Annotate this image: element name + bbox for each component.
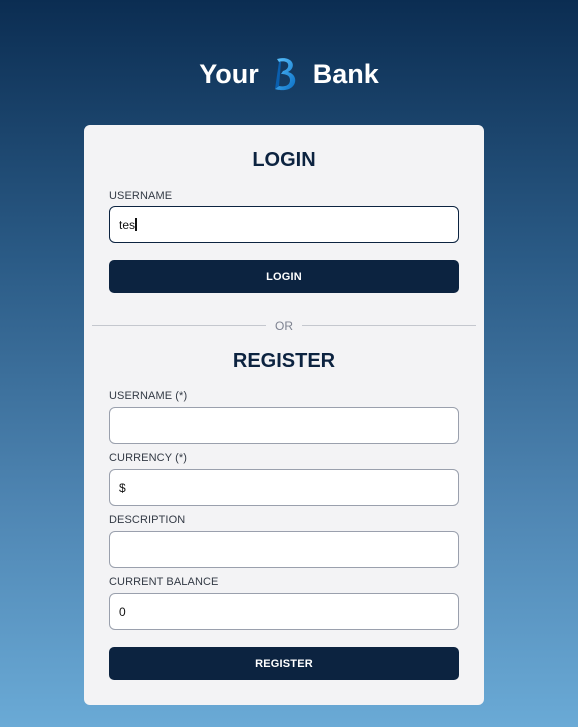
brand-header: Your Bank (0, 54, 578, 94)
register-description-label: DESCRIPTION (109, 514, 186, 526)
login-button[interactable]: LOGIN (109, 260, 459, 293)
register-balance-value: 0 (119, 604, 126, 619)
login-username-input[interactable]: tes (109, 206, 459, 243)
login-username-label: USERNAME (109, 190, 173, 202)
divider-line-right (302, 325, 476, 326)
register-username-input[interactable] (109, 407, 459, 444)
login-username-value: tes (119, 217, 136, 232)
divider-or: OR (275, 319, 293, 333)
register-button[interactable]: REGISTER (109, 647, 459, 680)
brand-word-your: Your (199, 58, 259, 89)
b-logo-icon (271, 56, 301, 92)
register-description-input[interactable] (109, 531, 459, 568)
register-balance-input[interactable]: 0 (109, 593, 459, 630)
register-currency-label: CURRENCY (*) (109, 452, 188, 464)
register-currency-value: $ (119, 480, 126, 495)
brand-word-bank: Bank (312, 58, 379, 89)
auth-card: LOGIN USERNAME tes LOGIN OR REGISTER USE… (84, 125, 484, 705)
login-title: LOGIN (252, 149, 316, 171)
register-username-label: USERNAME (*) (109, 390, 188, 402)
text-caret (135, 218, 138, 231)
register-title: REGISTER (232, 350, 336, 372)
register-balance-label: CURRENT BALANCE (109, 576, 219, 588)
register-currency-input[interactable]: $ (109, 469, 459, 506)
